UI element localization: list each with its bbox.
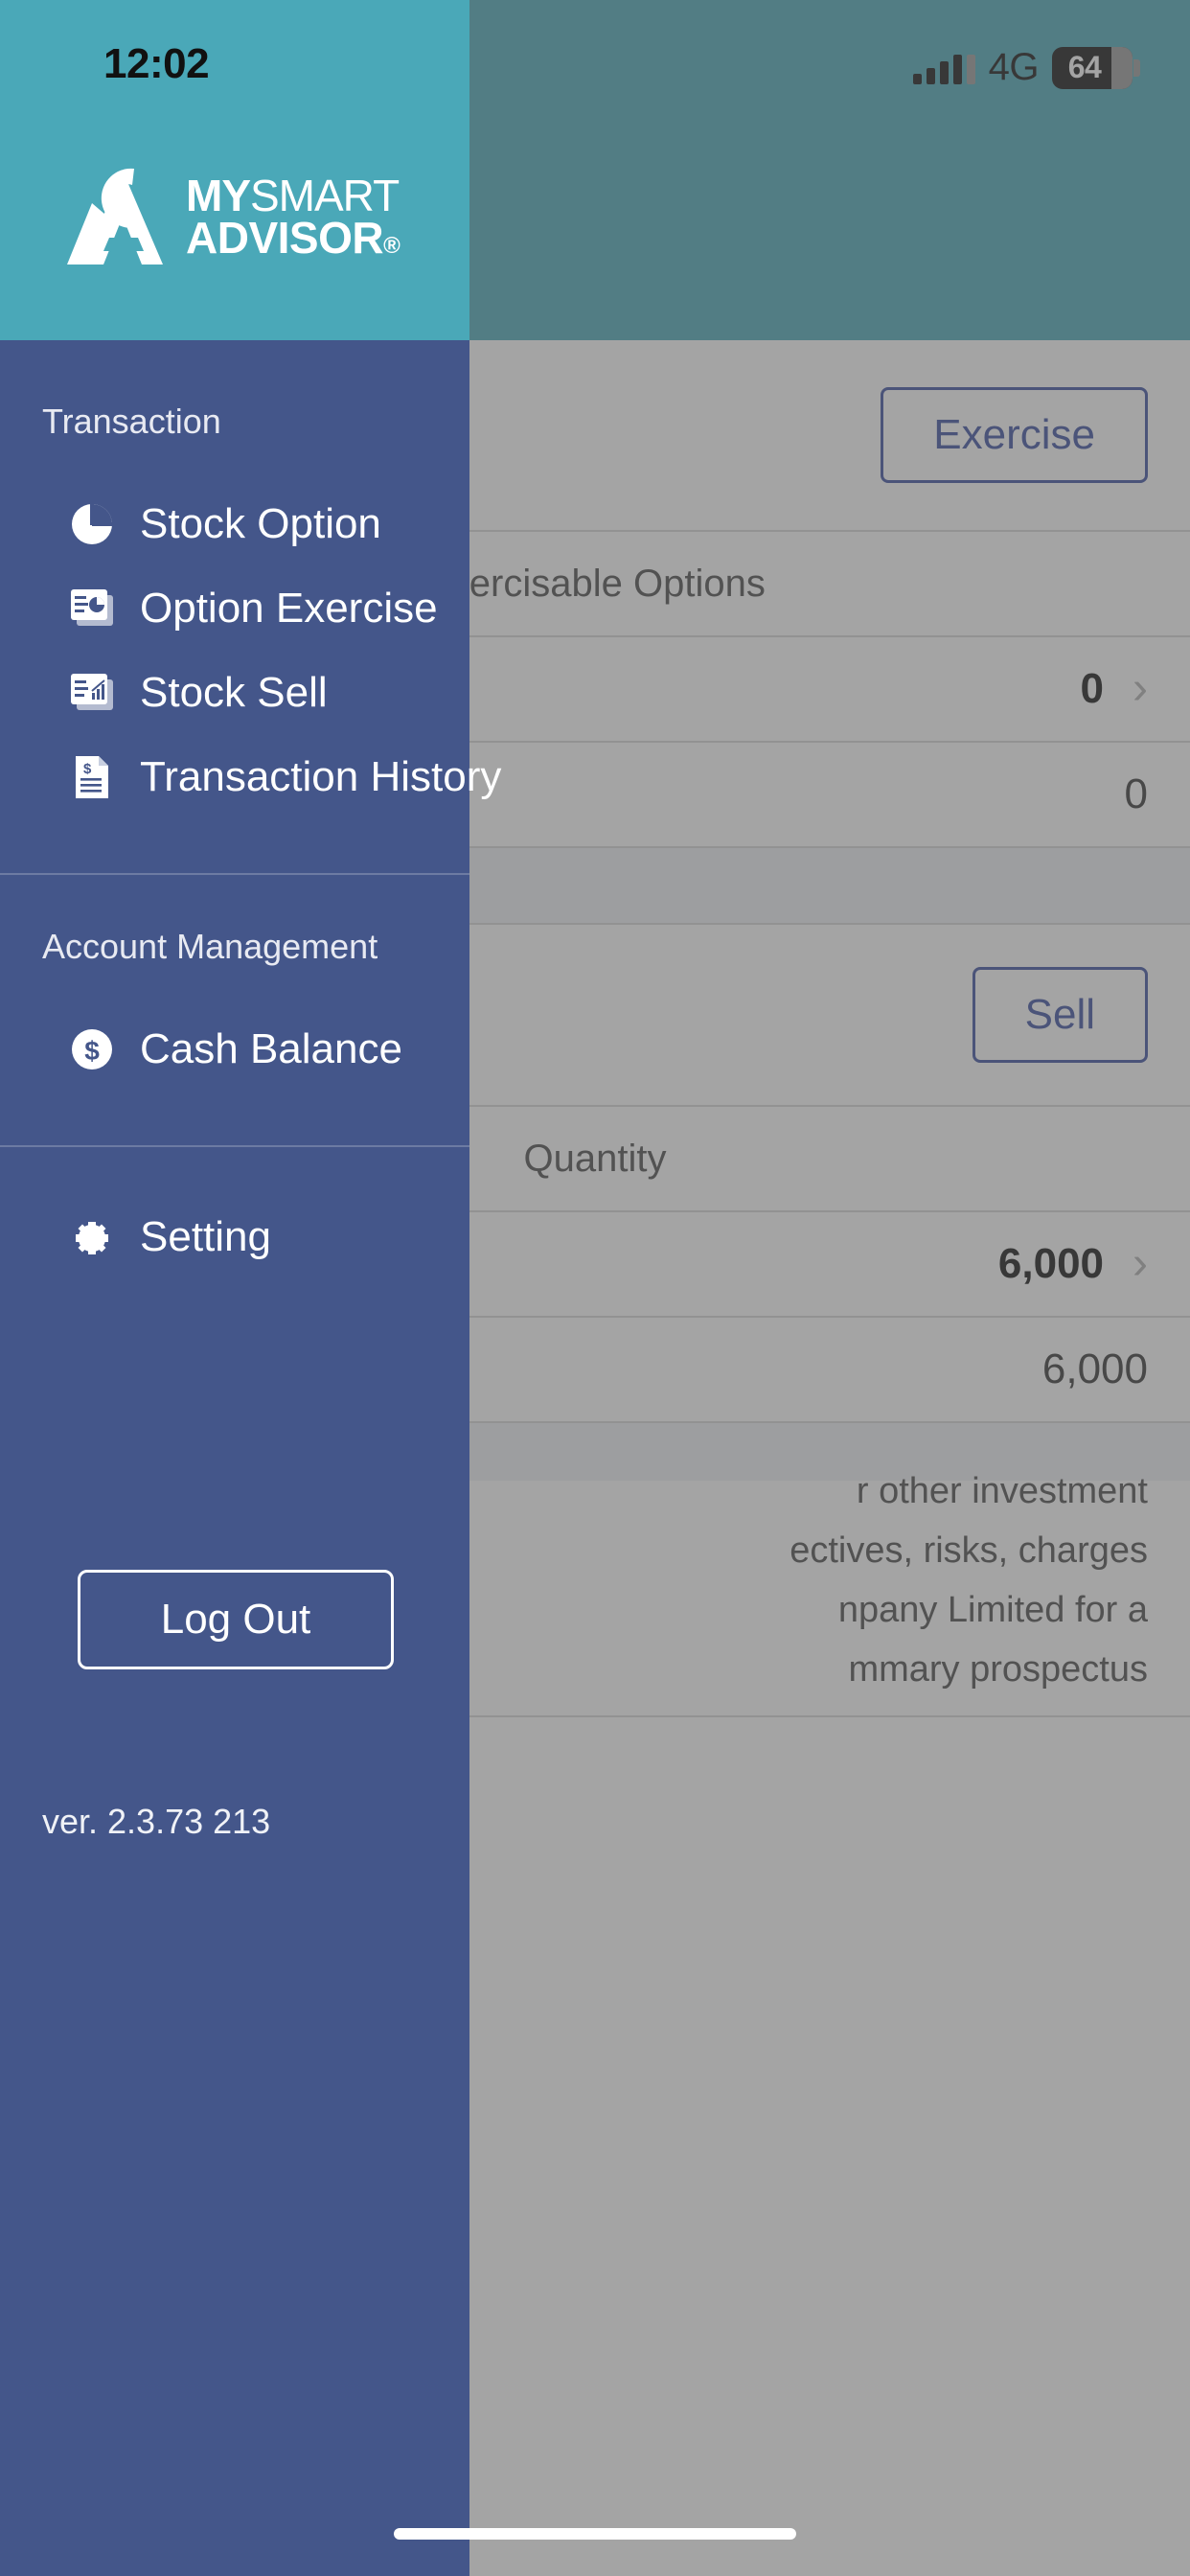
section-title-account-management: Account Management bbox=[42, 927, 378, 966]
gear-icon bbox=[69, 1214, 115, 1260]
sidebar-item-transaction-history[interactable]: $ Transaction History bbox=[0, 735, 501, 819]
sidebar-item-stock-option[interactable]: Stock Option bbox=[0, 482, 469, 566]
app-version-label: ver. 2.3.73 213 bbox=[42, 1802, 271, 1841]
sidebar-item-label: Option Exercise bbox=[140, 585, 438, 632]
home-indicator[interactable] bbox=[394, 2528, 796, 2540]
document-dollar-icon: $ bbox=[69, 754, 115, 800]
sidebar-item-setting[interactable]: Setting bbox=[0, 1195, 469, 1279]
sidebar-item-label: Stock Sell bbox=[140, 669, 328, 716]
card-bar-chart-icon bbox=[69, 670, 115, 716]
sidebar-item-stock-sell[interactable]: Stock Sell bbox=[0, 651, 469, 735]
brand-wordmark-line1: MYSMART bbox=[186, 173, 400, 218]
status-bar-clock: 12:02 bbox=[103, 40, 210, 87]
svg-text:$: $ bbox=[83, 761, 92, 777]
registered-mark-icon: ® bbox=[383, 233, 400, 259]
log-out-button[interactable]: Log Out bbox=[78, 1570, 394, 1669]
drawer-header: 12:02 MYSMART ADVISOR® bbox=[0, 0, 469, 340]
brand-wordmark-line2: ADVISOR® bbox=[186, 216, 400, 260]
brand-advisor: ADVISOR bbox=[186, 213, 384, 263]
section-title-transaction: Transaction bbox=[42, 402, 221, 441]
sidebar-item-label: Stock Option bbox=[140, 500, 381, 547]
sidebar-item-cash-balance[interactable]: $ Cash Balance bbox=[0, 1007, 469, 1092]
sa-monogram-icon bbox=[67, 168, 163, 264]
pie-chart-icon bbox=[69, 501, 115, 547]
svg-text:$: $ bbox=[84, 1036, 100, 1066]
brand-logo: MYSMART ADVISOR® bbox=[59, 165, 400, 272]
card-pie-chart-icon bbox=[69, 586, 115, 632]
sidebar-item-label: Cash Balance bbox=[140, 1025, 402, 1072]
sidebar-item-label: Setting bbox=[140, 1213, 271, 1260]
app-screen: 4G 64 Exercise Exercisable Options 0 › 0 bbox=[0, 0, 1190, 2576]
dollar-coin-icon: $ bbox=[69, 1026, 115, 1072]
sidebar-item-label: Transaction History bbox=[140, 753, 502, 800]
sidebar-item-option-exercise[interactable]: Option Exercise bbox=[0, 566, 469, 651]
drawer-status-bar: 12:02 bbox=[0, 0, 469, 115]
brand-wordmark: MYSMART ADVISOR® bbox=[186, 173, 400, 260]
navigation-drawer: 12:02 MYSMART ADVISOR® Transaction Stock… bbox=[0, 0, 501, 2576]
